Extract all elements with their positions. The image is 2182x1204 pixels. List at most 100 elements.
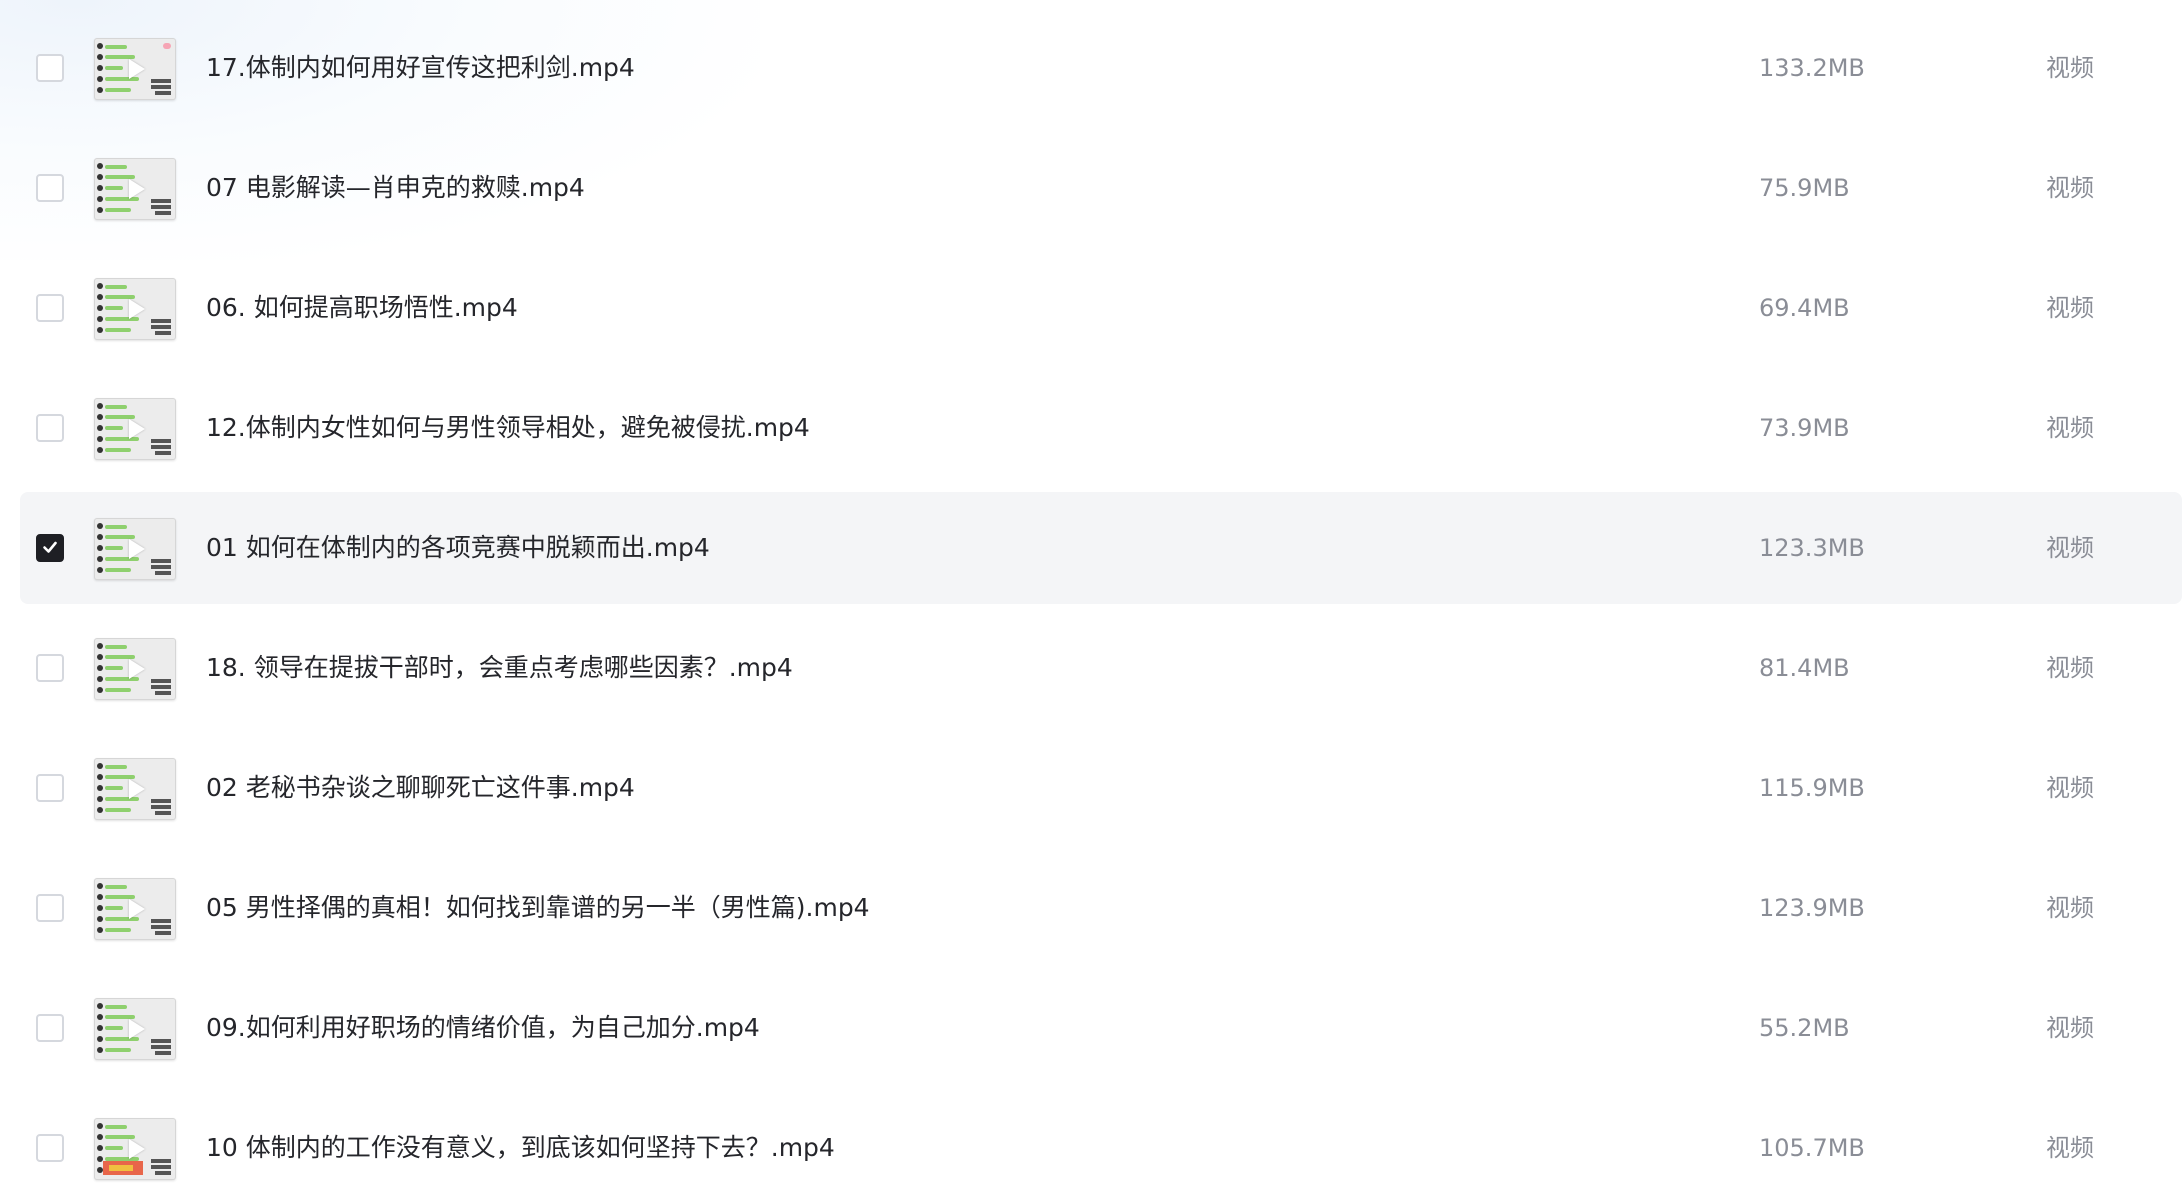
thumb-text-line	[151, 559, 171, 563]
thumb-message-bar	[105, 765, 127, 769]
file-name: 05 男性择偶的真相！如何找到靠谱的另一半（男性篇).mp4	[206, 893, 870, 922]
file-type: 视频	[2046, 654, 2094, 682]
file-row[interactable]: 02 老秘书杂谈之聊聊死亡这件事.mp4 115.9MB 视频	[20, 732, 2182, 844]
row-checkbox[interactable]	[36, 654, 64, 682]
file-row[interactable]: 10 体制内的工作没有意义，到底该如何坚持下去？.mp4 105.7MB 视频	[20, 1092, 2182, 1204]
thumb-message-bar	[105, 688, 131, 692]
thumb-message-bar	[105, 448, 131, 452]
file-row[interactable]: 06. 如何提高职场悟性.mp4 69.4MB 视频	[20, 252, 2182, 364]
file-row[interactable]: 17.体制内如何用好宣传这把利剑.mp4 133.2MB 视频	[20, 12, 2182, 124]
thumb-message-bar	[105, 66, 123, 70]
file-row[interactable]: 07 电影解读—肖申克的救赎.mp4 75.9MB 视频	[20, 132, 2182, 244]
thumb-avatar-dot	[97, 1036, 103, 1042]
file-name: 09.如何利用好职场的情绪价值，为自己加分.mp4	[206, 1013, 760, 1042]
thumb-message-bar	[105, 1026, 123, 1030]
thumb-avatar-dot	[97, 436, 103, 442]
thumb-avatar-dot	[97, 643, 103, 649]
thumb-avatar-dot	[97, 174, 103, 180]
row-checkbox[interactable]	[36, 894, 64, 922]
row-checkbox[interactable]	[36, 774, 64, 802]
video-thumbnail-icon	[94, 758, 176, 820]
thumb-message-bar	[105, 808, 131, 812]
thumb-text-line	[151, 439, 171, 443]
thumb-text-line	[151, 319, 171, 323]
file-row[interactable]: 18. 领导在提拔干部时，会重点考虑哪些因素？.mp4 81.4MB 视频	[20, 612, 2182, 724]
thumb-avatar-dot	[97, 687, 103, 693]
thumb-avatar-dot	[97, 185, 103, 191]
thumb-message-bar	[105, 165, 127, 169]
thumb-message-bar	[105, 1146, 123, 1150]
file-size: 105.7MB	[1759, 1134, 1865, 1162]
thumb-avatar-dot	[97, 1025, 103, 1031]
thumb-avatar-dot	[97, 1145, 103, 1151]
video-thumbnail-icon	[94, 998, 176, 1060]
thumb-avatar-dot	[97, 283, 103, 289]
play-icon	[129, 179, 145, 199]
file-name: 18. 领导在提拔干部时，会重点考虑哪些因素？.mp4	[206, 653, 793, 682]
file-name: 01 如何在体制内的各项竞赛中脱颖而出.mp4	[206, 533, 710, 562]
row-checkbox[interactable]	[36, 294, 64, 322]
file-row[interactable]: 12.体制内女性如何与男性领导相处，避免被侵扰.mp4 73.9MB 视频	[20, 372, 2182, 484]
file-name: 02 老秘书杂谈之聊聊死亡这件事.mp4	[206, 773, 635, 802]
thumb-message-bar	[105, 786, 123, 790]
file-type: 视频	[2046, 1134, 2094, 1162]
play-icon	[129, 659, 145, 679]
thumb-message-bar	[105, 405, 127, 409]
thumb-text-line	[155, 1171, 171, 1175]
thumb-avatar-dot	[97, 87, 103, 93]
thumb-message-bar	[105, 885, 127, 889]
file-type: 视频	[2046, 1014, 2094, 1042]
thumb-text-line	[155, 211, 171, 215]
file-row[interactable]: 09.如何利用好职场的情绪价值，为自己加分.mp4 55.2MB 视频	[20, 972, 2182, 1084]
thumb-message-bar	[105, 306, 123, 310]
thumb-avatar-dot	[97, 534, 103, 540]
thumb-text-line	[155, 691, 171, 695]
thumb-avatar-dot	[97, 927, 103, 933]
row-checkbox[interactable]	[36, 1014, 64, 1042]
thumb-message-bar	[105, 645, 127, 649]
thumb-text-line	[151, 1159, 171, 1163]
play-icon	[129, 779, 145, 799]
thumb-message-bar	[105, 906, 123, 910]
play-icon	[129, 539, 145, 559]
file-row[interactable]: 01 如何在体制内的各项竞赛中脱颖而出.mp4 123.3MB 视频	[20, 492, 2182, 604]
row-checkbox[interactable]	[36, 1134, 64, 1162]
thumb-text-line	[151, 919, 171, 923]
file-size: 73.9MB	[1759, 414, 1850, 442]
play-icon	[129, 899, 145, 919]
thumb-avatar-dot	[97, 774, 103, 780]
thumb-text-line	[151, 799, 171, 803]
thumb-text-line	[151, 805, 171, 809]
thumb-avatar-dot	[97, 1123, 103, 1129]
thumb-avatar-dot	[97, 403, 103, 409]
thumb-text-line	[155, 91, 171, 95]
thumb-text-line	[151, 685, 171, 689]
thumb-text-line	[151, 205, 171, 209]
thumb-avatar-dot	[97, 665, 103, 671]
thumb-message-bar	[105, 208, 131, 212]
thumb-message-bar	[105, 1048, 131, 1052]
thumb-avatar-dot	[97, 545, 103, 551]
video-thumbnail-icon	[94, 518, 176, 580]
row-checkbox[interactable]	[36, 54, 64, 82]
row-checkbox[interactable]	[36, 534, 64, 562]
thumb-avatar-dot	[97, 76, 103, 82]
checkmark-icon	[43, 541, 57, 553]
thumb-text-line	[155, 811, 171, 815]
play-icon	[129, 299, 145, 319]
video-thumbnail-icon	[94, 158, 176, 220]
file-size: 55.2MB	[1759, 1014, 1850, 1042]
video-thumbnail-icon	[94, 278, 176, 340]
file-type: 视频	[2046, 174, 2094, 202]
file-size: 123.9MB	[1759, 894, 1865, 922]
thumb-text-line	[151, 325, 171, 329]
thumb-text-line	[151, 679, 171, 683]
thumb-avatar-dot	[97, 556, 103, 562]
row-checkbox[interactable]	[36, 174, 64, 202]
file-name: 17.体制内如何用好宣传这把利剑.mp4	[206, 53, 635, 82]
file-row[interactable]: 05 男性择偶的真相！如何找到靠谱的另一半（男性篇).mp4 123.9MB 视…	[20, 852, 2182, 964]
file-size: 75.9MB	[1759, 174, 1850, 202]
thumb-avatar-dot	[97, 654, 103, 660]
row-checkbox[interactable]	[36, 414, 64, 442]
thumb-text-line	[155, 451, 171, 455]
